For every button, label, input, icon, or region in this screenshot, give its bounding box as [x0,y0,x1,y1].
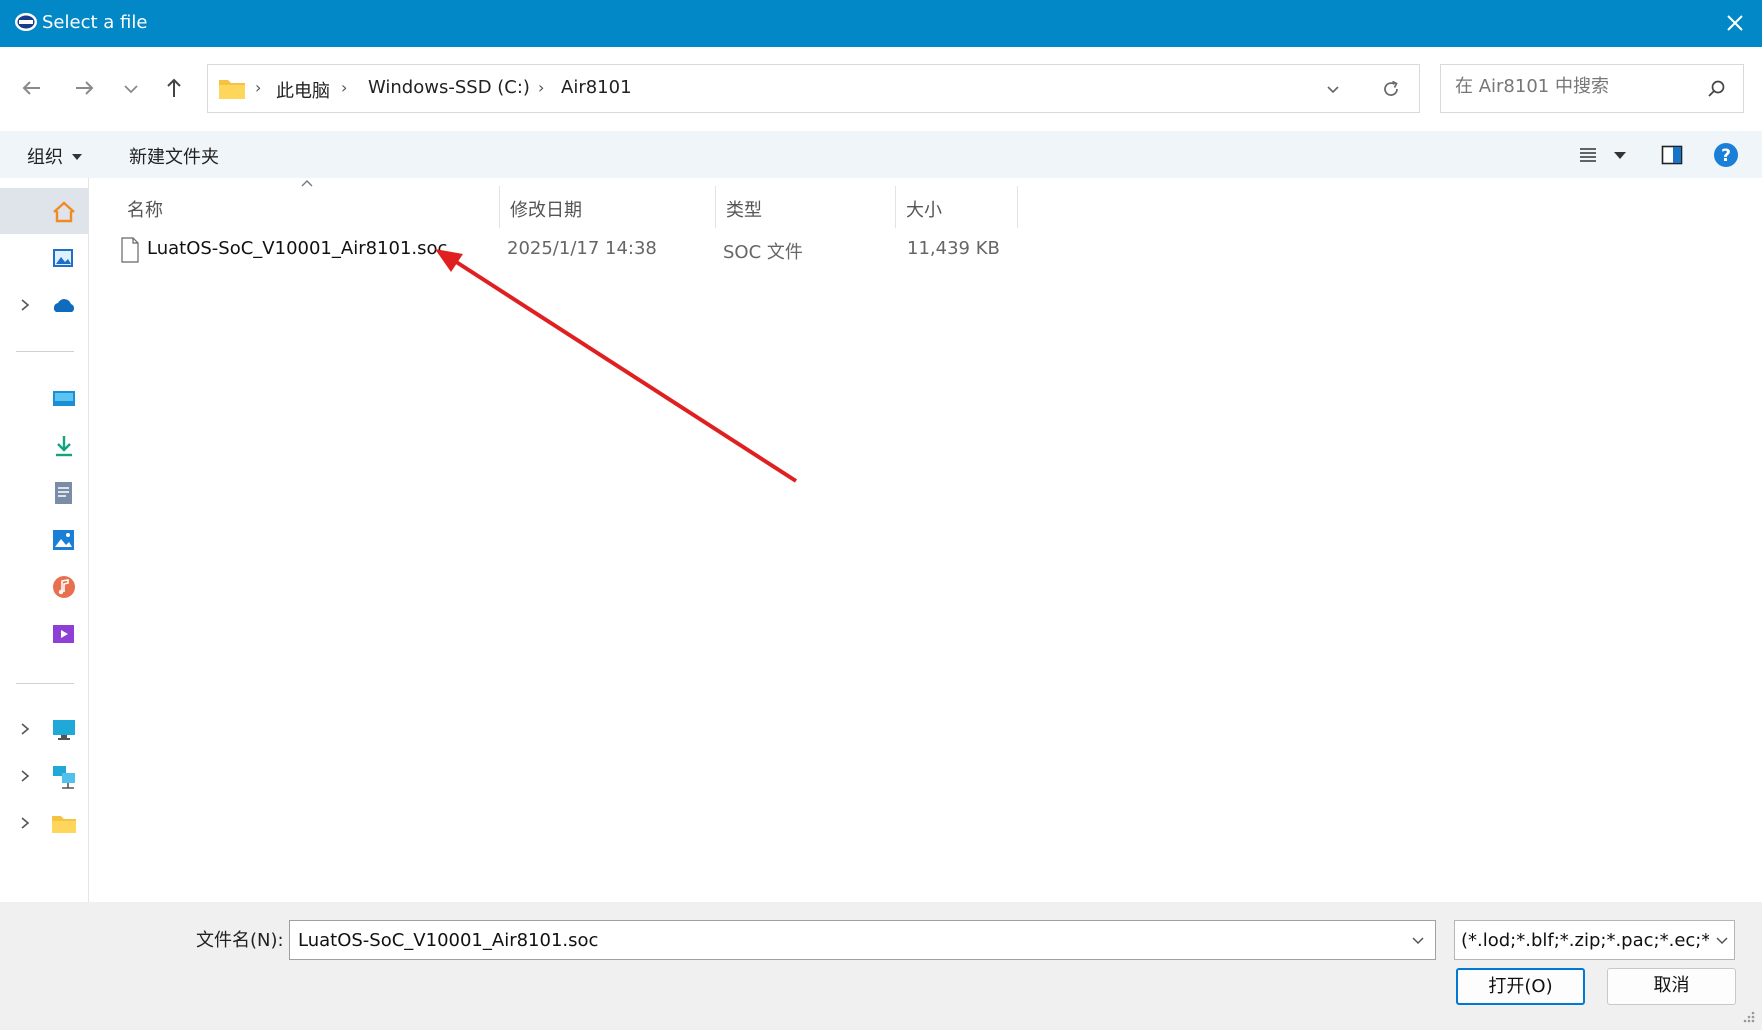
close-icon[interactable] [1722,10,1748,36]
breadcrumb-drive[interactable]: Windows-SSD (C:) [368,77,530,98]
chevron-down-icon[interactable] [1410,932,1426,948]
sidebar-item-documents[interactable] [0,469,89,515]
breadcrumb-folder[interactable]: Air8101 [561,77,632,98]
open-button[interactable]: 打开(O) [1456,968,1585,1005]
filter-dropdown-button[interactable] [1709,922,1734,958]
onedrive-icon [53,299,75,312]
organize-button[interactable]: 组织 [27,143,82,169]
view-options-icon[interactable] [1578,145,1598,165]
dialog-footer: 文件名(N): (*.lod;*.blf;*.zip;*.pac;*.ec;*.… [0,902,1762,1030]
column-date-label: 修改日期 [510,200,582,221]
this-pc-icon [53,720,75,740]
breadcrumb-this-pc[interactable]: 此电脑 [276,77,330,103]
sidebar-divider [16,683,74,684]
svg-text:?: ? [1721,146,1731,166]
file-type: SOC 文件 [723,242,803,263]
help-icon[interactable]: ? [1713,142,1739,168]
organize-label: 组织 [27,147,63,168]
up-button[interactable] [160,74,188,102]
breadcrumb-separator: › [255,78,262,97]
sidebar-item-this-pc[interactable] [0,706,89,752]
annotation-arrow [435,249,798,483]
window-title: Select a file [42,12,148,33]
sidebar-item-desktop[interactable] [0,375,89,421]
arrow-left-icon [22,81,40,95]
file-name: LuatOS-SoC_V10001_Air8101.soc [147,238,448,259]
command-toolbar: 组织 新建文件夹 ? [0,131,1762,178]
app-logo-icon [15,13,37,31]
file-type-filter[interactable]: (*.lod;*.blf;*.zip;*.pac;*.ec;*.st; [1454,920,1735,960]
file-date: 2025/1/17 14:38 [507,238,657,259]
cancel-button[interactable]: 取消 [1607,968,1736,1005]
pictures-icon [53,530,74,550]
title-bar: Select a file [0,0,1762,47]
caret-down-icon[interactable] [1613,149,1627,161]
arrow-right-icon [76,81,94,95]
sidebar-item-home[interactable] [0,188,89,234]
sidebar-item-videos[interactable] [0,610,89,656]
documents-icon [55,482,72,504]
column-header-name[interactable]: 名称 [117,186,500,228]
recent-locations-button[interactable] [120,74,142,102]
breadcrumb-separator: › [341,78,348,97]
caret-down-icon [71,154,82,160]
column-type-label: 类型 [726,200,762,221]
preview-pane-icon[interactable] [1661,144,1683,166]
home-icon [53,201,75,223]
refresh-icon[interactable] [1380,78,1402,100]
search-box [1440,64,1744,113]
search-icon[interactable] [1707,79,1727,99]
file-icon [121,237,139,263]
back-button[interactable] [18,74,46,102]
music-icon [53,576,75,598]
file-size: 11,439 KB [907,238,1000,259]
sidebar-item-onedrive[interactable] [0,282,89,328]
chevron-right-icon[interactable] [18,721,32,737]
column-header-date[interactable]: 修改日期 [500,186,716,228]
file-row[interactable]: LuatOS-SoC_V10001_Air8101.soc 2025/1/17 … [117,228,1107,272]
search-input[interactable] [1453,75,1697,98]
file-list: 名称 修改日期 类型 大小 LuatOS-SoC_V10001_Air8101.… [89,178,1762,902]
sidebar-divider [16,351,74,352]
chevron-right-icon[interactable] [18,815,32,831]
resize-grip-icon[interactable] [1740,1008,1756,1024]
breadcrumb-separator: › [538,78,545,97]
filename-label: 文件名(N): [196,930,284,951]
forward-button[interactable] [70,74,98,102]
filename-field[interactable] [289,920,1436,960]
file-type-filter-value: (*.lod;*.blf;*.zip;*.pac;*.ec;*.st; [1461,930,1735,951]
column-name-label: 名称 [127,200,163,221]
downloads-icon [56,436,72,457]
navigation-pane [0,178,89,902]
network-icon [53,766,75,789]
column-header-size[interactable]: 大小 [896,186,1018,228]
chevron-right-icon[interactable] [18,297,32,313]
sidebar-item-folder[interactable] [0,800,89,846]
address-bar[interactable]: › 此电脑 › Windows-SSD (C:) › Air8101 [207,64,1420,113]
sidebar-item-pictures[interactable] [0,516,89,562]
sidebar-item-gallery[interactable] [0,234,89,280]
desktop-icon [53,391,75,406]
chevron-right-icon[interactable] [18,768,32,784]
chevron-down-icon[interactable] [1325,81,1341,97]
arrow-up-icon [167,78,181,97]
videos-icon [53,625,74,643]
folder-icon [52,816,76,833]
column-header-type[interactable]: 类型 [716,186,896,228]
chevron-down-icon [1716,937,1728,945]
folder-icon [219,80,245,99]
sidebar-item-network[interactable] [0,753,89,799]
gallery-icon [53,249,73,267]
sidebar-item-downloads[interactable] [0,422,89,468]
chevron-down-icon [124,85,138,94]
new-folder-button[interactable]: 新建文件夹 [129,143,219,169]
column-size-label: 大小 [906,200,942,221]
sidebar-item-music[interactable] [0,563,89,609]
filename-input[interactable] [296,929,1390,952]
